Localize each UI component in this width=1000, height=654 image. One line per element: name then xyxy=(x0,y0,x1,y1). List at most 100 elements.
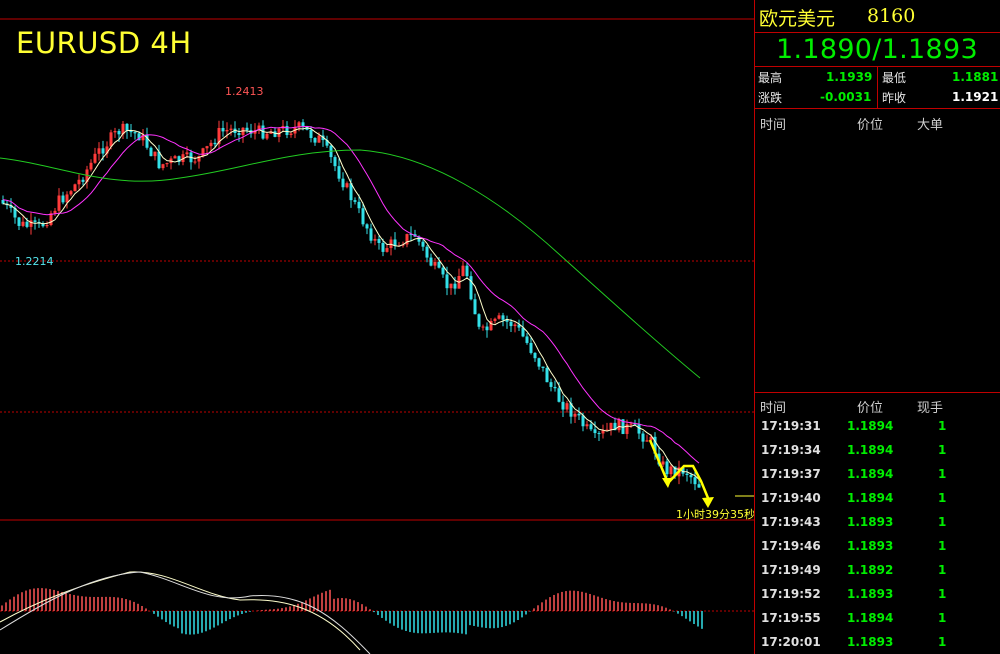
candle-body xyxy=(561,401,565,410)
candle-body xyxy=(661,461,665,465)
candle-body xyxy=(589,424,593,430)
candle-body xyxy=(365,224,369,229)
tick-row[interactable]: 17:19:55 1.1894 1 xyxy=(755,606,1000,630)
candle-body xyxy=(221,127,225,132)
big-orders-price-header: 价位 xyxy=(857,118,884,133)
candle-body xyxy=(553,386,557,389)
candle-body xyxy=(565,403,569,410)
candle-body xyxy=(341,178,345,188)
tick-price: 1.1894 xyxy=(847,611,894,625)
candle-body xyxy=(469,276,473,300)
quote-panel: 欧元美元 8160 1.1890/1.1893 最高 1.1939 最低 1.1… xyxy=(754,0,1000,654)
tick-row[interactable]: 17:19:34 1.1894 1 xyxy=(755,438,1000,462)
divider xyxy=(877,66,878,108)
candle-body xyxy=(641,433,645,442)
candle-body xyxy=(117,131,121,135)
bid-ask-quote: 1.1890/1.1893 xyxy=(776,34,978,65)
tick-time: 17:19:37 xyxy=(761,467,821,481)
chart-area[interactable]: EURUSD 4H 1.2413 1.2214 1小时39分35秒 xyxy=(0,0,755,654)
tick-volume: 1 xyxy=(938,443,947,457)
candle-body xyxy=(89,162,93,170)
tick-row[interactable]: 17:19:52 1.1893 1 xyxy=(755,582,1000,606)
candle-body xyxy=(545,367,549,383)
tick-row[interactable]: 17:20:01 1.1893 1 xyxy=(755,630,1000,654)
candle-body xyxy=(109,132,113,147)
bar-countdown: 1小时39分35秒 xyxy=(676,508,755,521)
candle-body xyxy=(101,148,105,154)
candle-body xyxy=(289,133,293,136)
candle-body xyxy=(501,315,505,320)
candle-body xyxy=(149,147,153,157)
candle-body xyxy=(685,473,689,475)
candlestick-chart[interactable] xyxy=(0,0,754,654)
instrument-code: 8160 xyxy=(867,5,916,27)
tick-price: 1.1893 xyxy=(847,587,894,601)
candle-body xyxy=(449,283,453,289)
candle-body xyxy=(629,423,633,425)
candle-body xyxy=(65,194,69,203)
candle-body xyxy=(193,161,197,163)
tick-row[interactable]: 17:19:31 1.1894 1 xyxy=(755,414,1000,438)
symbol-title: EURUSD 4H xyxy=(16,26,192,60)
candle-body xyxy=(433,262,437,266)
prev-close-value: 1.1921 xyxy=(952,90,999,104)
big-orders-list[interactable] xyxy=(755,132,1000,390)
candle-body xyxy=(481,326,485,328)
candle-body xyxy=(81,179,85,182)
candle-body xyxy=(429,257,433,266)
candle-body xyxy=(689,474,693,478)
candle-body xyxy=(209,142,213,147)
candle-body xyxy=(485,326,489,331)
tick-volume: 1 xyxy=(938,611,947,625)
candle-body xyxy=(585,424,589,427)
divider xyxy=(755,392,1000,393)
candle-body xyxy=(385,248,389,252)
candle-body xyxy=(665,461,669,475)
tick-volume: 1 xyxy=(938,515,947,529)
candle-body xyxy=(381,242,385,252)
tick-time: 17:19:31 xyxy=(761,419,821,433)
candle-body xyxy=(265,133,269,139)
candle-body xyxy=(17,217,21,226)
candle-body xyxy=(617,419,621,431)
ma-mid-line xyxy=(2,125,700,464)
candle-body xyxy=(389,239,393,249)
tick-row[interactable]: 17:19:40 1.1894 1 xyxy=(755,486,1000,510)
candle-body xyxy=(361,208,365,225)
tick-time: 17:19:43 xyxy=(761,515,821,529)
candle-body xyxy=(373,238,377,241)
candle-body xyxy=(577,413,581,416)
candle-body xyxy=(201,148,205,157)
candle-body xyxy=(377,238,381,243)
low-label: 最低 xyxy=(882,71,907,85)
big-orders-size-header: 大单 xyxy=(917,118,944,133)
candle-body xyxy=(161,164,165,169)
tick-volume: 1 xyxy=(938,587,947,601)
big-orders-time-header: 时间 xyxy=(760,118,787,133)
change-label: 涨跌 xyxy=(758,91,783,105)
candle-body xyxy=(593,429,597,434)
tick-price: 1.1894 xyxy=(847,419,894,433)
period-low-label: 1.2214 xyxy=(15,255,54,268)
tick-time: 17:19:49 xyxy=(761,563,821,577)
candle-body xyxy=(93,153,97,163)
candle-body xyxy=(525,336,529,343)
tick-time: 17:19:46 xyxy=(761,539,821,553)
tick-row[interactable]: 17:19:37 1.1894 1 xyxy=(755,462,1000,486)
tick-row[interactable]: 17:19:46 1.1893 1 xyxy=(755,534,1000,558)
candle-body xyxy=(153,151,157,157)
candle-body xyxy=(309,129,313,138)
candle-body xyxy=(53,210,57,214)
tick-row[interactable]: 17:19:43 1.1893 1 xyxy=(755,510,1000,534)
candle-body xyxy=(537,358,541,367)
candle-body xyxy=(697,484,701,488)
candle-body xyxy=(437,262,441,268)
tick-price: 1.1892 xyxy=(847,563,894,577)
candle-body xyxy=(273,131,277,137)
tick-volume: 1 xyxy=(938,635,947,649)
candle-body xyxy=(441,267,445,275)
tick-row[interactable]: 17:19:49 1.1892 1 xyxy=(755,558,1000,582)
candle-body xyxy=(1,200,5,204)
high-label: 最高 xyxy=(758,71,783,85)
change-value: -0.0031 xyxy=(820,90,872,104)
